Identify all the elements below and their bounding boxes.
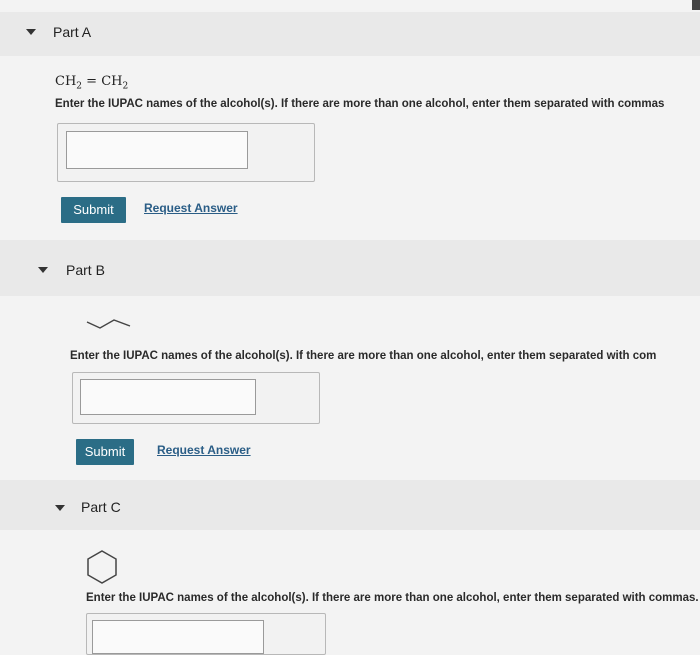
part-b-prompt: Enter the IUPAC names of the alcohol(s).… — [70, 350, 657, 362]
part-b-answer-input[interactable] — [80, 379, 256, 415]
part-a-prompt: Enter the IUPAC names of the alcohol(s).… — [55, 98, 665, 110]
chevron-down-icon[interactable] — [38, 267, 48, 273]
hexagon-ring-structure — [87, 550, 117, 584]
part-b-submit-button[interactable]: Submit — [76, 439, 134, 465]
part-a-answer-input[interactable] — [66, 131, 248, 169]
part-a-header[interactable] — [0, 12, 700, 56]
part-c-prompt: Enter the IUPAC names of the alcohol(s).… — [86, 592, 699, 604]
part-a-formula: CH2 = CH2 — [55, 74, 129, 92]
molecule-skeletal-structure — [86, 319, 131, 329]
part-b-request-answer-link[interactable]: Request Answer — [157, 443, 251, 457]
chevron-down-icon[interactable] — [55, 505, 65, 511]
part-a-submit-button[interactable]: Submit — [61, 197, 126, 223]
part-a-request-answer-link[interactable]: Request Answer — [144, 201, 238, 215]
part-c-title: Part C — [81, 499, 121, 515]
part-a-title: Part A — [53, 24, 92, 40]
part-c-answer-input[interactable] — [92, 620, 264, 654]
chevron-down-icon[interactable] — [26, 29, 36, 35]
window-corner — [692, 0, 700, 10]
part-b-title: Part B — [66, 262, 105, 278]
part-b-header[interactable] — [0, 240, 700, 296]
